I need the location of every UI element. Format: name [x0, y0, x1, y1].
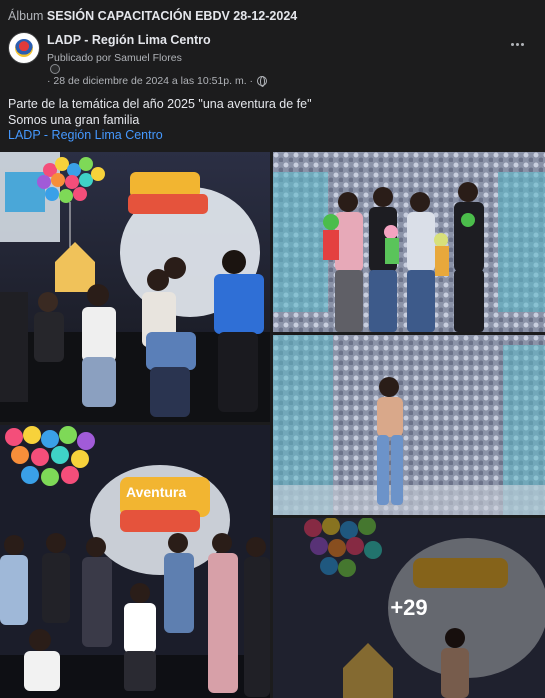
ellipsis-dot: [520, 42, 524, 46]
photo-grid: Aventura +29: [0, 152, 545, 698]
published-by: Publicado por Samuel Flores: [47, 52, 182, 64]
page-logo-icon: [15, 39, 33, 57]
ellipsis-icon: [510, 42, 514, 46]
photo-woman-sequin-wall[interactable]: [273, 335, 545, 515]
post-date[interactable]: · 28 de diciembre de 2024 a las 10:51p. …: [47, 75, 253, 87]
photo-woman-sequin-wall-image: [273, 335, 545, 515]
more-photos-count: +29: [390, 595, 428, 620]
caption-line-2: Somos una gran familia: [8, 112, 140, 127]
photo-group-stage-2-image: Aventura: [0, 425, 270, 698]
more-photos-overlay[interactable]: +29: [273, 518, 545, 698]
post-date-line: · 28 de diciembre de 2024 a las 10:51p. …: [47, 75, 268, 87]
badge-icon: [50, 64, 60, 74]
post-caption: Parte de la temática del año 2025 "una a…: [8, 97, 312, 144]
album-title[interactable]: SESIÓN CAPACITACIÓN EBDV 28-12-2024: [47, 9, 297, 23]
photo-puppets-group[interactable]: [273, 152, 545, 332]
globe-icon: [257, 76, 268, 87]
photo-group-stage-1-image: [0, 152, 270, 422]
page-avatar[interactable]: [8, 32, 40, 64]
album-label: Álbum: [8, 9, 44, 23]
more-options-button[interactable]: [507, 36, 527, 52]
photo-puppets-group-image: [273, 152, 545, 332]
page-tag-link[interactable]: LADP - Región Lima Centro: [8, 128, 312, 144]
stage-sign-text: Aventura: [126, 484, 186, 500]
album-header: Álbum SESIÓN CAPACITACIÓN EBDV 28-12-202…: [8, 9, 297, 23]
photo-group-stage-1[interactable]: [0, 152, 270, 422]
page-name[interactable]: LADP - Región Lima Centro: [47, 33, 211, 47]
photo-more-overlay[interactable]: +29: [273, 518, 545, 698]
photo-group-stage-2[interactable]: Aventura: [0, 425, 270, 698]
caption-line-1: Parte de la temática del año 2025 "una a…: [8, 97, 312, 111]
ellipsis-dot: [515, 42, 519, 46]
